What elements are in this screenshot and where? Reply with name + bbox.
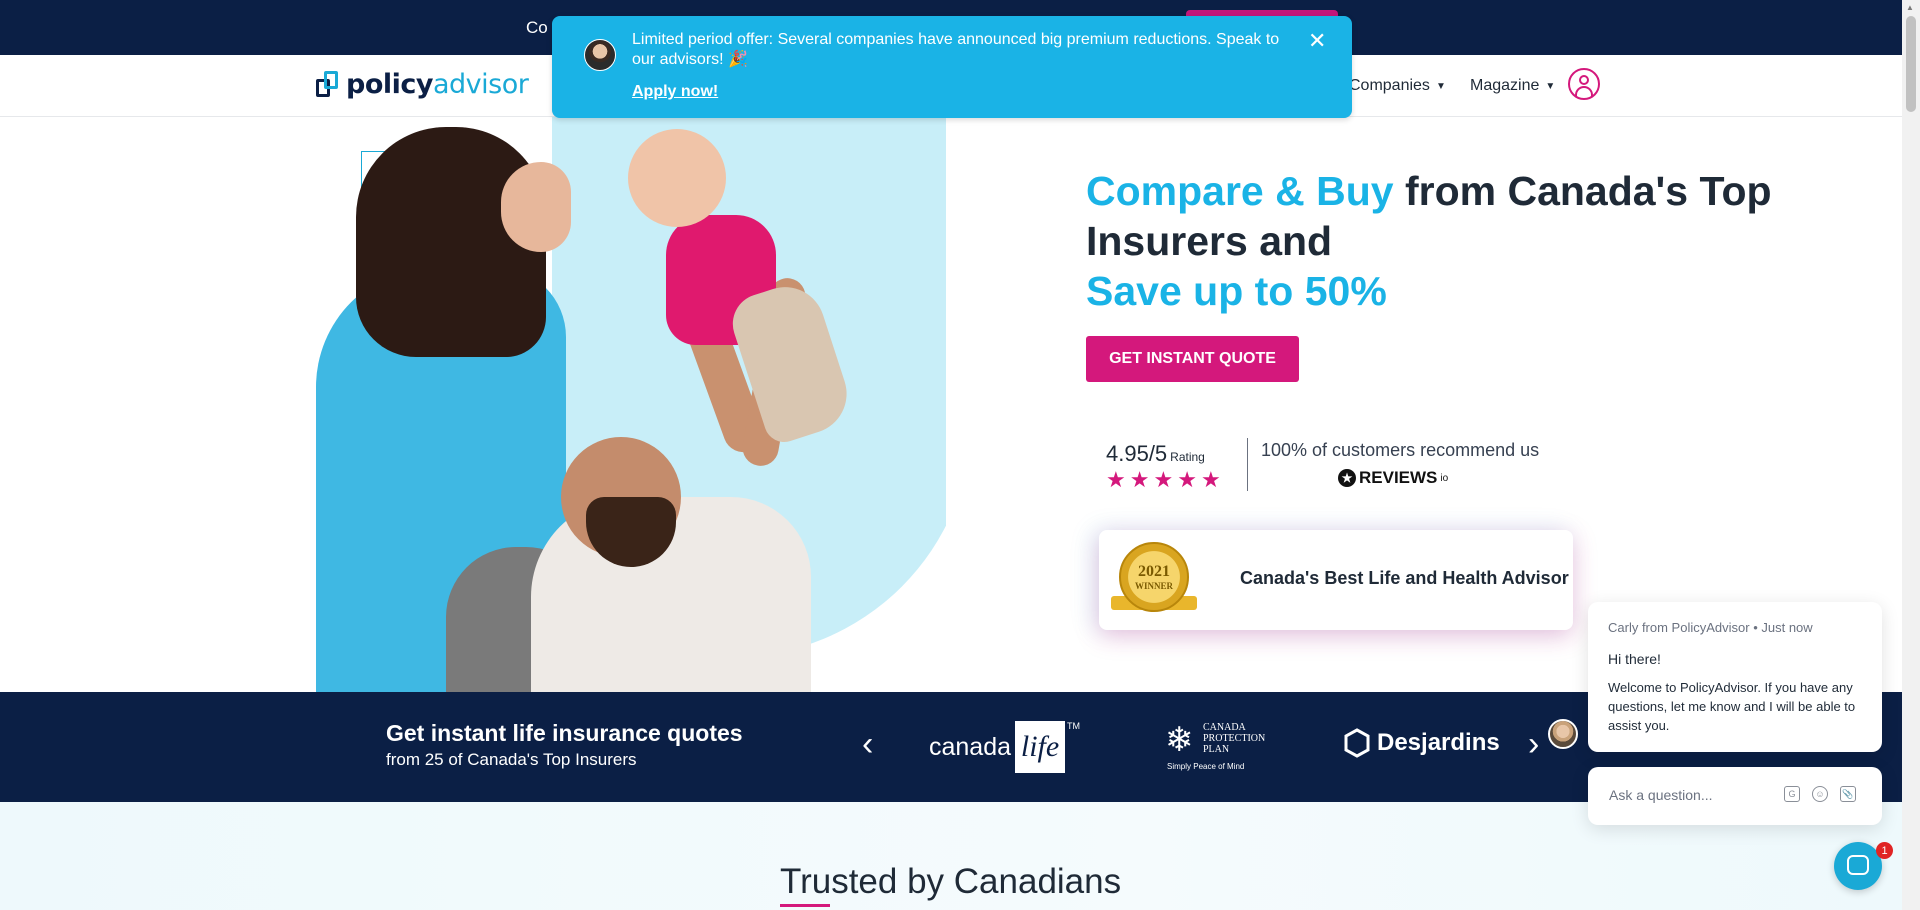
scroll-up-arrow-icon[interactable]: ▲: [1906, 3, 1914, 12]
site-logo[interactable]: policy advisor: [316, 69, 529, 100]
chat-icon: [1847, 855, 1869, 875]
promo-notification: Limited period offer: Several companies …: [552, 16, 1352, 118]
carousel-prev-arrow-icon[interactable]: ‹: [862, 727, 873, 761]
award-seal-icon: 2021 WINNER: [1111, 542, 1197, 618]
chevron-down-icon: ▼: [1545, 80, 1556, 92]
chat-message-bubble[interactable]: Carly from PolicyAdvisor • Just now Hi t…: [1588, 602, 1882, 752]
nav-magazine[interactable]: Magazine ▼: [1470, 77, 1555, 95]
trusted-underline: [780, 904, 830, 907]
chevron-down-icon: ▼: [1435, 80, 1446, 92]
insurer-logo-canada-protection-plan[interactable]: ❄ CANADA PROTECTION PLAN Simply Peace of…: [1165, 716, 1265, 782]
reviews-star-icon: ★: [1338, 469, 1356, 487]
logo-text-advisor: advisor: [433, 69, 529, 100]
hexagon-icon: [1343, 728, 1371, 758]
logo-text-policy: policy: [346, 69, 434, 100]
award-year: 2021: [1138, 563, 1170, 580]
headline-compare: Compare & Buy: [1086, 168, 1394, 214]
star-icon: ★: [1200, 467, 1221, 492]
recommend-text: 100% of customers recommend us: [1261, 440, 1540, 460]
user-account-icon[interactable]: [1568, 68, 1600, 100]
top-promo-text: Co: [526, 18, 548, 37]
desjardins-text: Desjardins: [1377, 729, 1500, 756]
canada-life-box: life: [1015, 721, 1066, 773]
nav-companies[interactable]: Companies ▼: [1349, 77, 1446, 95]
chat-input-placeholder[interactable]: Ask a question...: [1609, 787, 1713, 803]
star-icon: ★: [1153, 467, 1174, 492]
rating-divider: [1247, 438, 1248, 491]
nav-companies-label: Companies: [1349, 77, 1430, 94]
award-card: 2021 WINNER Canada's Best Life and Healt…: [1099, 530, 1573, 630]
chat-from: Carly from PolicyAdvisor • Just now: [1608, 620, 1813, 635]
reviews-suffix-text: io: [1440, 472, 1449, 484]
gif-icon[interactable]: G: [1784, 786, 1800, 802]
maple-leaf-icon: ❄: [1165, 721, 1194, 759]
canada-life-text: canada: [929, 732, 1012, 761]
star-icon: ★: [1129, 467, 1150, 492]
strip-title: Get instant life insurance quotes: [386, 720, 743, 746]
chat-unread-badge: 1: [1876, 842, 1893, 859]
notification-text: Limited period offer: Several companies …: [632, 31, 1280, 68]
nav-magazine-label: Magazine: [1470, 77, 1540, 94]
photo-baby-head: [628, 129, 726, 227]
insurer-logo-desjardins[interactable]: Desjardins: [1343, 728, 1500, 758]
chat-message: Welcome to PolicyAdvisor. If you have an…: [1608, 680, 1856, 733]
rating-label: Rating: [1170, 450, 1205, 464]
photo-mother-face: [501, 162, 571, 252]
rating-stars: ★ ★ ★ ★ ★: [1106, 469, 1226, 491]
canada-life-tm: TM: [1067, 721, 1081, 731]
hero-family-photo: [316, 117, 946, 692]
rating-summary: 4.95/5 Rating ★ ★ ★ ★ ★: [1106, 441, 1226, 491]
star-icon: ★: [1106, 467, 1126, 492]
reviews-brand-text: REVIEWS: [1359, 468, 1438, 487]
get-instant-quote-button[interactable]: GET INSTANT QUOTE: [1086, 336, 1299, 382]
reviews-io-logo[interactable]: ★ REVIEWS io: [1338, 468, 1448, 488]
rating-value: 4.95/5 Rating: [1106, 441, 1205, 466]
award-title: Canada's Best Life and Health Advisor: [1240, 568, 1569, 588]
scrollbar-thumb[interactable]: [1906, 16, 1916, 112]
insurer-logo-canada-life[interactable]: canada life TM: [929, 721, 1080, 773]
carousel-next-arrow-icon[interactable]: ›: [1528, 727, 1539, 761]
advisor-avatar: [584, 39, 616, 71]
award-seal-text: WINNER: [1134, 581, 1173, 591]
apply-now-link[interactable]: Apply now!: [632, 83, 718, 101]
page-scrollbar[interactable]: [1902, 0, 1920, 910]
emoji-icon[interactable]: ☺: [1812, 786, 1828, 802]
hero-headline: Compare & Buy from Canada's Top Insurers…: [1086, 166, 1920, 316]
close-icon[interactable]: ✕: [1308, 30, 1326, 52]
chat-agent-avatar: [1548, 719, 1578, 749]
attachment-icon[interactable]: 📎: [1840, 786, 1856, 802]
chat-launcher-button[interactable]: [1834, 842, 1882, 890]
headline-save: Save up to 50%: [1086, 268, 1387, 314]
strip-subtitle: from 25 of Canada's Top Insurers: [386, 750, 637, 769]
star-icon: ★: [1177, 467, 1197, 492]
logo-mark-icon: [316, 70, 340, 99]
trusted-title: Trusted by Canadians: [780, 862, 1122, 901]
chat-input-box[interactable]: Ask a question... G ☺ 📎: [1588, 767, 1882, 825]
chat-greeting: Hi there!: [1608, 651, 1661, 667]
ccp-name: CANADA PROTECTION PLAN: [1203, 722, 1266, 755]
ccp-tagline: Simply Peace of Mind: [1167, 762, 1245, 771]
